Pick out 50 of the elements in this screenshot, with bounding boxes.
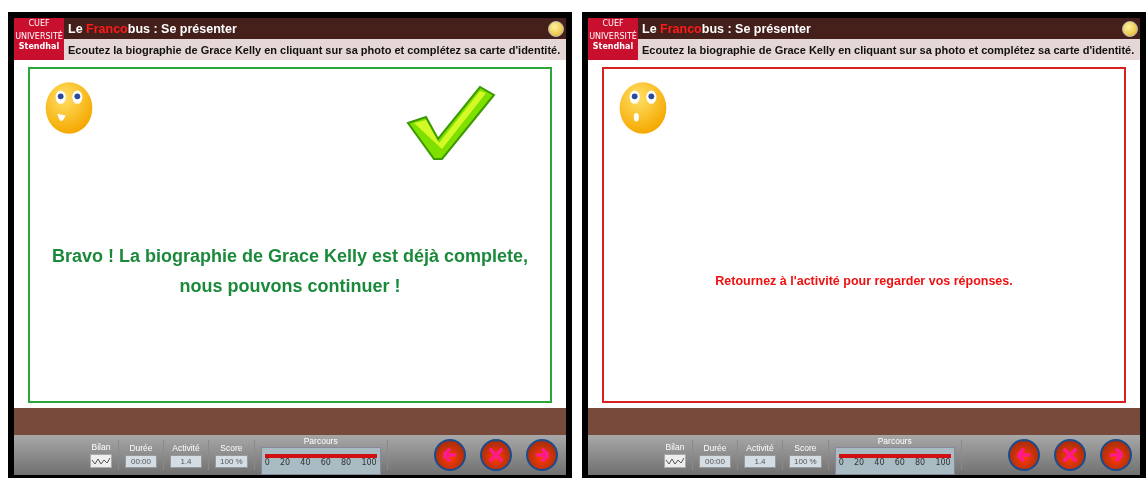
tick-label: 0 xyxy=(264,457,270,468)
duration-field: 00:00 xyxy=(699,454,731,468)
next-button[interactable] xyxy=(1099,439,1132,471)
university-logo: CUEF UNIVERSITÉ Stendhal xyxy=(14,18,64,60)
close-button[interactable] xyxy=(1122,20,1138,37)
score-field: 100 % xyxy=(215,454,248,468)
chart-icon[interactable] xyxy=(90,454,112,468)
close-button[interactable] xyxy=(548,20,564,37)
activity-label: Activité xyxy=(172,442,200,453)
smiley-icon xyxy=(44,79,94,137)
tick-label: 100 xyxy=(361,457,377,468)
tick-label: 20 xyxy=(279,457,291,468)
feedback-message: Retournez à l'activité pour regarder vos réponses. xyxy=(714,274,1014,288)
window-title: Le Francobus : Se présenter xyxy=(642,21,811,36)
activity-label: Activité xyxy=(746,442,774,453)
back-button[interactable] xyxy=(433,439,466,471)
duration-label: Durée xyxy=(129,442,153,453)
back-button[interactable] xyxy=(1007,439,1040,471)
progress-label: Parcours xyxy=(303,435,338,446)
instruction-text: Ecoutez la biographie de Grace Kelly en cliquant sur sa photo et complétez sa carte d'identité. xyxy=(642,43,1135,56)
tick-label: 20 xyxy=(853,457,865,468)
activity-field: 1.4 xyxy=(744,454,776,468)
score-field: 100 % xyxy=(789,454,822,468)
activity-field: 1.4 xyxy=(170,454,202,468)
tick-label: 100 xyxy=(935,457,951,468)
tick-label: 80 xyxy=(915,457,926,468)
smiley-icon xyxy=(618,79,668,137)
score-label: Score xyxy=(794,442,817,453)
tick-label: 60 xyxy=(320,457,331,468)
duration-label: Durée xyxy=(703,442,727,453)
bilan-label: Bilan xyxy=(91,442,111,452)
progress-label: Parcours xyxy=(877,435,912,446)
window-title: Le Francobus : Se présenter xyxy=(68,21,237,36)
score-label: Score xyxy=(220,442,243,453)
chart-icon[interactable] xyxy=(664,454,686,468)
instruction-text: Ecoutez la biographie de Grace Kelly en cliquant sur sa photo et complétez sa carte d'identité. xyxy=(68,43,561,56)
tick-label: 0 xyxy=(838,457,844,468)
tick-label: 60 xyxy=(894,457,905,468)
arrow-left-icon xyxy=(440,446,459,464)
close-icon xyxy=(1060,446,1079,464)
bilan-label: Bilan xyxy=(665,442,685,452)
close-icon xyxy=(486,446,505,464)
feedback-message: Bravo ! La biographie de Grace Kelly est déjà complete, nous pouvons continuer ! xyxy=(50,245,530,298)
arrow-left-icon xyxy=(1014,446,1033,464)
tick-label: 40 xyxy=(874,457,885,468)
university-logo: CUEF UNIVERSITÉ Stendhal xyxy=(588,18,638,60)
duration-field: 00:00 xyxy=(125,454,157,468)
next-button[interactable] xyxy=(525,439,558,471)
tick-label: 80 xyxy=(341,457,352,468)
tick-label: 40 xyxy=(300,457,311,468)
